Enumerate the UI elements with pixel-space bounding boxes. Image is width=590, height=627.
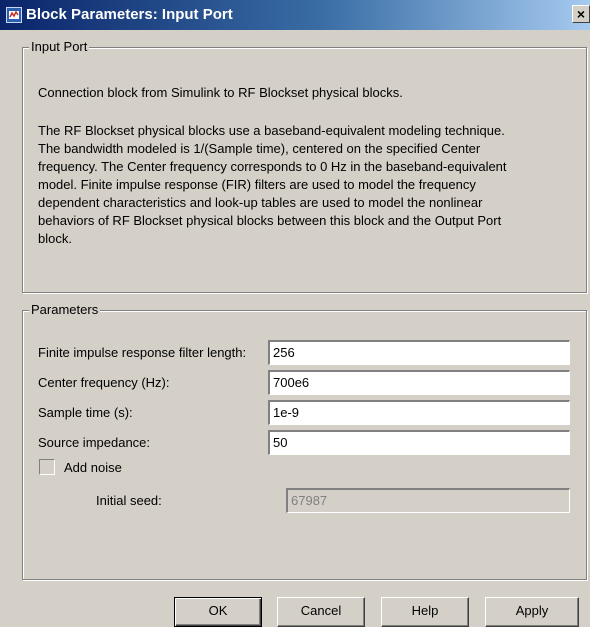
parameters-group-legend: Parameters xyxy=(29,302,101,317)
initial-seed-label: Initial seed: xyxy=(96,493,162,508)
help-button[interactable]: Help xyxy=(381,597,469,627)
ok-button[interactable]: OK xyxy=(174,597,262,627)
source-impedance-label: Source impedance: xyxy=(38,435,151,450)
input-port-group-legend: Input Port xyxy=(29,39,90,54)
description-line: model. Finite impulse response (FIR) fil… xyxy=(38,177,476,192)
initial-seed-field[interactable]: 67987 xyxy=(286,488,570,513)
cancel-button[interactable]: Cancel xyxy=(277,597,365,627)
simulink-block-icon xyxy=(6,7,22,23)
sample-time-field[interactable]: 1e-9 xyxy=(268,400,570,425)
description-line: The RF Blockset physical blocks use a ba… xyxy=(38,123,505,138)
description-intro: Connection block from Simulink to RF Blo… xyxy=(38,85,403,100)
description-line: block. xyxy=(38,231,72,246)
window-title: Block Parameters: Input Port xyxy=(26,6,233,23)
description-line: dependent characteristics and look-up ta… xyxy=(38,195,483,210)
description-line: behaviors of RF Blockset physical blocks… xyxy=(38,213,502,228)
add-noise-label[interactable]: Add noise xyxy=(64,460,122,475)
add-noise-checkbox[interactable] xyxy=(39,459,55,475)
apply-button[interactable]: Apply xyxy=(485,597,579,627)
description-line: frequency. The Center frequency correspo… xyxy=(38,159,507,174)
fir-length-label: Finite impulse response filter length: xyxy=(38,345,247,360)
center-frequency-label: Center frequency (Hz): xyxy=(38,375,170,390)
sample-time-label: Sample time (s): xyxy=(38,405,133,420)
source-impedance-field[interactable]: 50 xyxy=(268,430,570,455)
title-bar[interactable]: Block Parameters: Input Port × xyxy=(0,0,590,30)
description-line: The bandwidth modeled is 1/(Sample time)… xyxy=(38,141,481,156)
close-button[interactable]: × xyxy=(572,5,590,23)
center-frequency-field[interactable]: 700e6 xyxy=(268,370,570,395)
fir-length-field[interactable]: 256 xyxy=(268,340,570,365)
